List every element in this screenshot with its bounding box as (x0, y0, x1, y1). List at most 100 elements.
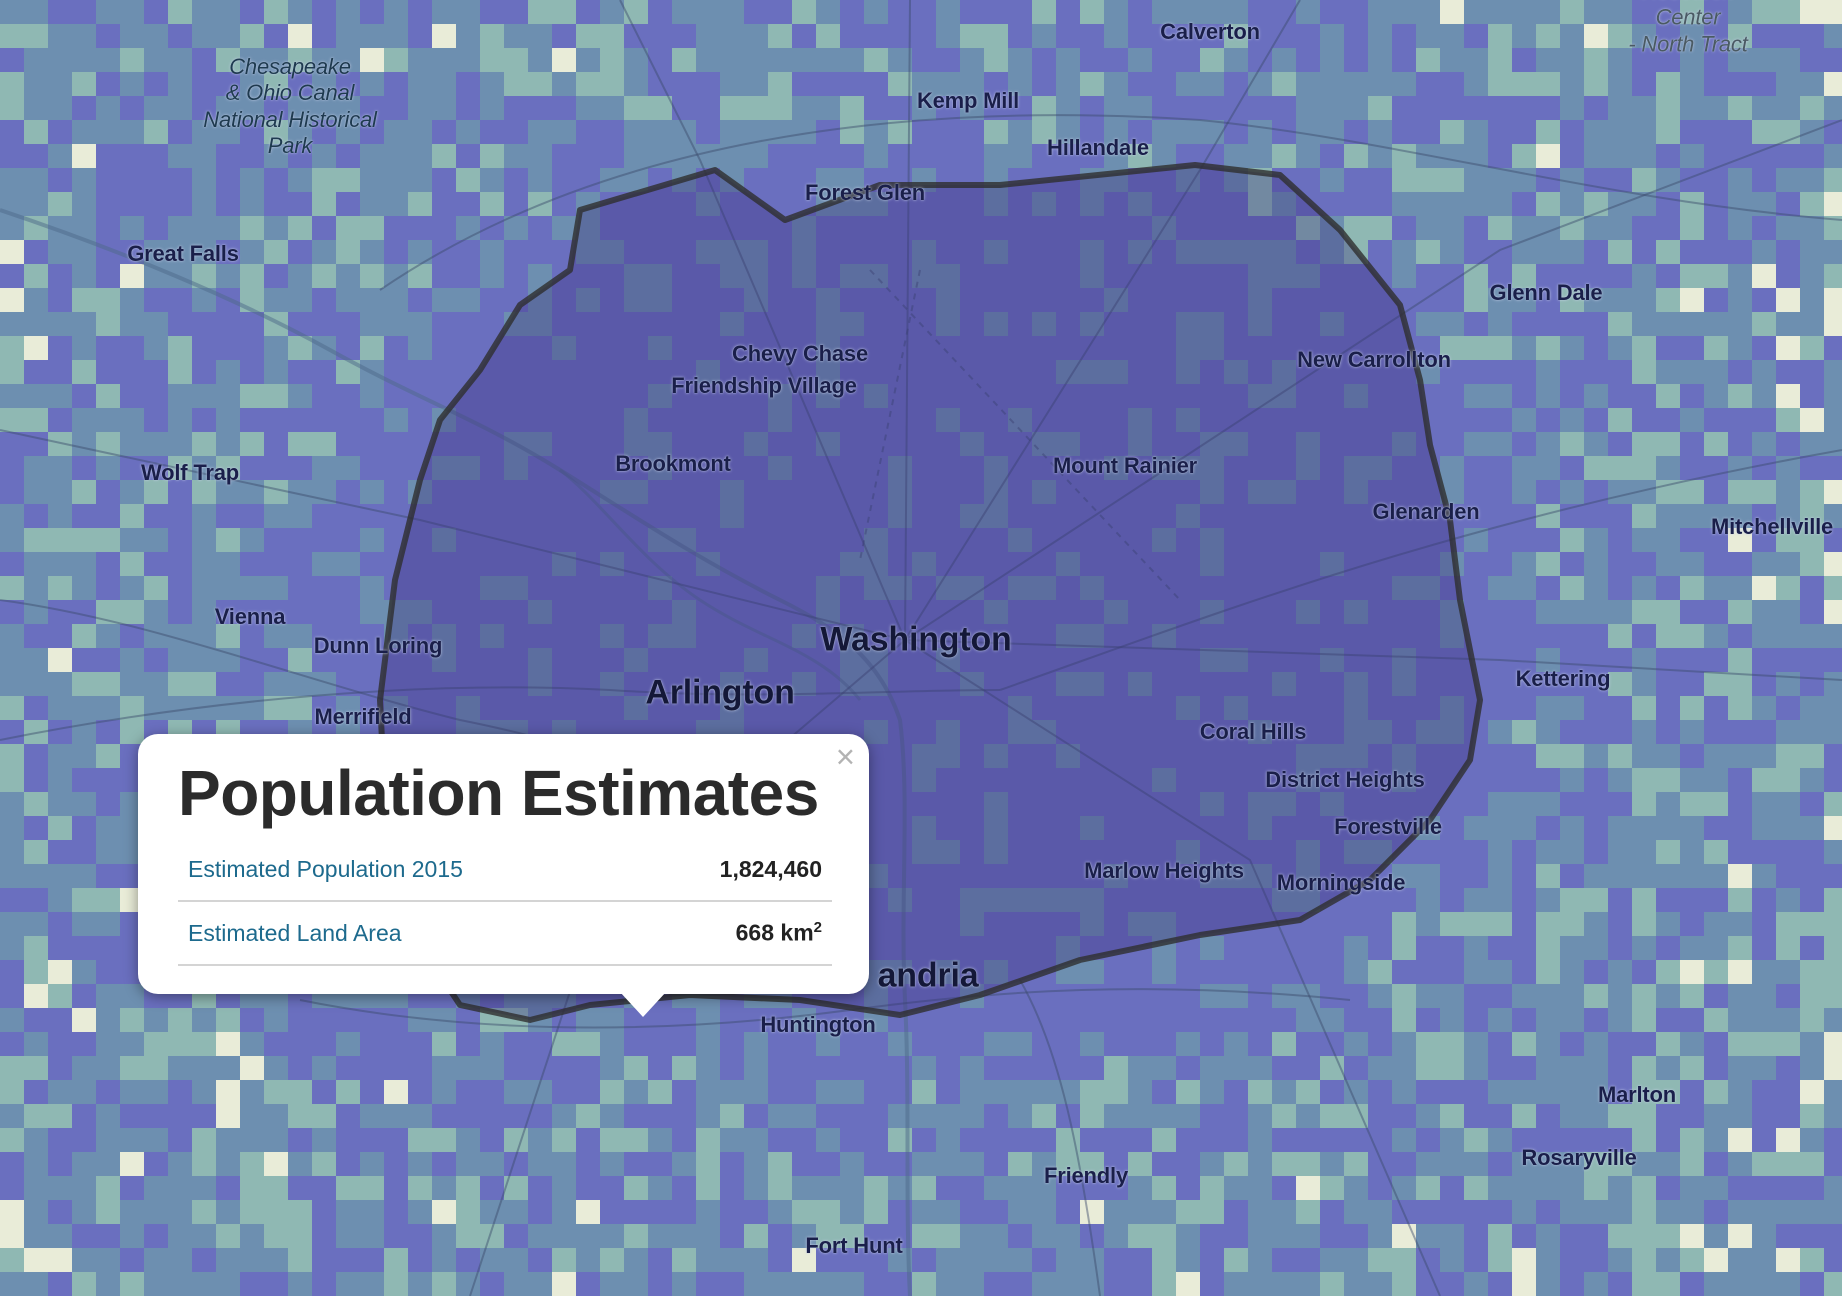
density-cell (1512, 1056, 1536, 1080)
density-cell (936, 120, 960, 144)
density-cell (1104, 984, 1128, 1008)
density-cell (96, 840, 120, 864)
density-cell (1776, 72, 1800, 96)
density-cell (1608, 336, 1632, 360)
density-cell (1536, 696, 1560, 720)
density-cell (1176, 1032, 1200, 1056)
density-cell (1584, 552, 1608, 576)
density-cell (216, 336, 240, 360)
density-cell (1800, 984, 1824, 1008)
density-cell (120, 1008, 144, 1032)
density-cell (936, 1104, 960, 1128)
density-cell (168, 504, 192, 528)
density-cell (456, 1080, 480, 1104)
density-cell (384, 120, 408, 144)
density-cell (48, 120, 72, 144)
density-cell (816, 1152, 840, 1176)
density-cell (1152, 96, 1176, 120)
label-mount-rainier: Mount Rainier (1052, 453, 1198, 478)
table-row-population: Estimated Population 2015 1,824,460 (178, 838, 832, 902)
density-cell (1800, 552, 1824, 576)
density-cell (1680, 456, 1704, 480)
label-arlington: Arlington (645, 673, 795, 712)
density-cell (960, 1056, 984, 1080)
density-cell (312, 528, 336, 552)
close-icon[interactable]: × (836, 740, 855, 773)
density-cell (1800, 0, 1824, 24)
density-cell (360, 0, 384, 24)
density-cell (1776, 768, 1800, 792)
density-cell (1704, 936, 1728, 960)
density-cell (1320, 1104, 1344, 1128)
density-cell (1656, 1056, 1680, 1080)
density-cell (1320, 912, 1344, 936)
density-cell (1272, 48, 1296, 72)
density-cell (1680, 1272, 1704, 1296)
density-cell (1584, 576, 1608, 600)
density-cell (936, 144, 960, 168)
density-cell (1488, 1080, 1512, 1104)
density-cell (1488, 552, 1512, 576)
density-cell (72, 792, 96, 816)
density-cell (1704, 408, 1728, 432)
density-cell (384, 1008, 408, 1032)
density-cell (1824, 96, 1842, 120)
density-cell (1680, 960, 1704, 984)
density-cell (72, 1176, 96, 1200)
density-cell (984, 1104, 1008, 1128)
density-cell (288, 0, 312, 24)
density-cell (1824, 288, 1842, 312)
density-cell (120, 144, 144, 168)
density-cell (144, 120, 168, 144)
density-cell (1560, 24, 1584, 48)
density-cell (312, 384, 336, 408)
density-cell (1752, 1248, 1776, 1272)
population-label[interactable]: Estimated Population 2015 (178, 838, 641, 902)
land-area-label[interactable]: Estimated Land Area (178, 901, 641, 966)
density-cell (1656, 912, 1680, 936)
density-cell (1656, 1152, 1680, 1176)
density-cell (720, 1248, 744, 1272)
density-cell (192, 192, 216, 216)
density-cell (1824, 456, 1842, 480)
density-cell (1704, 744, 1728, 768)
density-cell (1560, 1176, 1584, 1200)
population-estimates-popup: × Population Estimates Estimated Populat… (138, 734, 869, 1017)
density-cell (1488, 1032, 1512, 1056)
density-cell (480, 0, 504, 24)
density-cell (336, 576, 360, 600)
density-cell (1416, 1272, 1440, 1296)
density-cell (1464, 120, 1488, 144)
density-cell (408, 24, 432, 48)
density-cell (288, 696, 312, 720)
density-cell (1704, 96, 1728, 120)
density-cell (1128, 1152, 1152, 1176)
density-cell (1320, 48, 1344, 72)
density-cell (1680, 816, 1704, 840)
density-cell (480, 1152, 504, 1176)
density-cell (1584, 504, 1608, 528)
density-cell (1704, 1176, 1728, 1200)
density-cell (1608, 480, 1632, 504)
density-cell (696, 24, 720, 48)
density-cell (1416, 168, 1440, 192)
density-cell (984, 1272, 1008, 1296)
density-cell (1368, 48, 1392, 72)
density-cell (1440, 936, 1464, 960)
density-cell (288, 240, 312, 264)
density-cell (1344, 168, 1368, 192)
density-cell (528, 1152, 552, 1176)
density-cell (1800, 288, 1824, 312)
density-cell (1752, 144, 1776, 168)
density-cell (192, 1128, 216, 1152)
density-cell (1464, 1248, 1488, 1272)
density-cell (0, 504, 24, 528)
label-morningside: Morningside (1276, 870, 1406, 895)
density-cell (1536, 360, 1560, 384)
density-cell (288, 456, 312, 480)
density-cell (168, 0, 192, 24)
density-cell (288, 1176, 312, 1200)
density-cell (1704, 960, 1728, 984)
density-cell (1536, 1200, 1560, 1224)
density-cell (360, 1104, 384, 1128)
